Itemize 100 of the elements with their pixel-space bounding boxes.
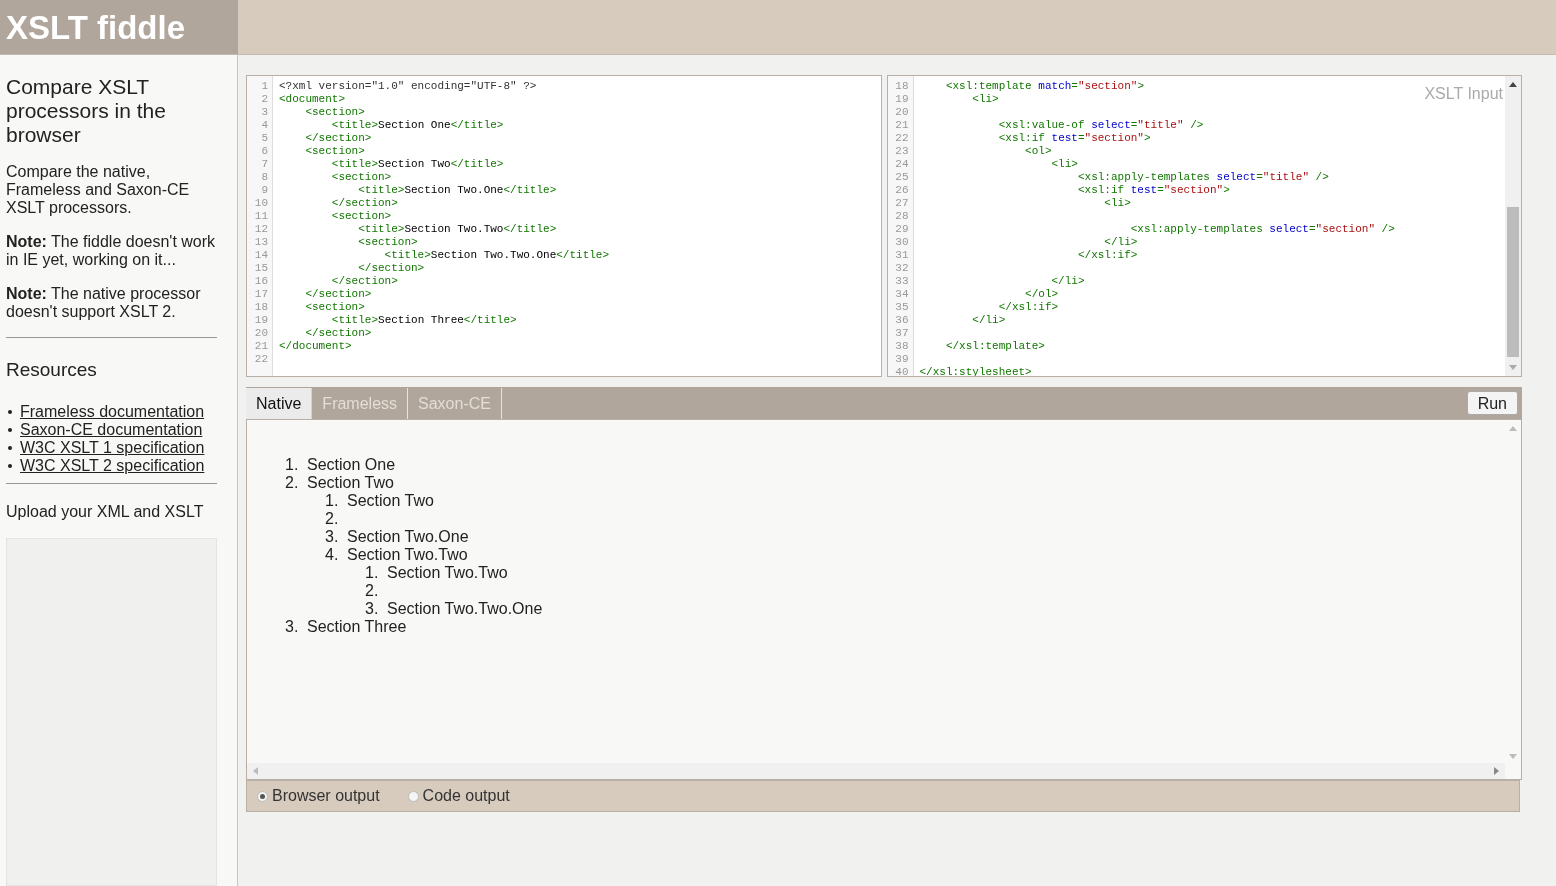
list-number: 4. [325, 546, 340, 564]
code-line: <section> [304, 106, 365, 118]
radio-button[interactable] [257, 790, 268, 802]
line-number: 17 [253, 288, 269, 301]
list-number: 2. [365, 582, 380, 600]
line-number: 15 [253, 262, 269, 275]
list-number: 3. [285, 618, 300, 636]
run-button[interactable]: Run [1466, 391, 1518, 415]
line-number: 36 [894, 314, 910, 327]
line-number: 11 [253, 210, 269, 223]
line-number: 26 [894, 184, 910, 197]
list-item-text: Section Three [307, 618, 407, 636]
list-item-text: Section One [307, 456, 396, 474]
resources-heading: Resources [6, 358, 98, 382]
code-line: <ol> [1024, 145, 1052, 157]
code-line: <li> [971, 93, 999, 105]
code-line: <xsl:value-of select="title" /> [997, 119, 1204, 131]
code-line: </xsl:template> [944, 340, 1045, 352]
line-number: 23 [894, 145, 910, 158]
line-number: 25 [894, 171, 910, 184]
scroll-down-icon[interactable] [1509, 754, 1517, 759]
line-number: 38 [894, 340, 910, 353]
bullet-icon [8, 463, 12, 468]
list-number: 3. [325, 528, 340, 546]
bullet-icon [8, 427, 12, 432]
upload-label: Upload your XML and XSLT [6, 501, 205, 522]
code-line: <document> [279, 93, 345, 105]
line-number: 18 [894, 80, 910, 93]
code-line: <title>Section One</title> [330, 119, 504, 131]
code-line: <li> [1050, 158, 1078, 170]
code-line: <xsl:if test="section"> [1076, 184, 1230, 196]
code-line: </li> [971, 314, 1006, 326]
code-line: <xsl:if test="section"> [997, 132, 1151, 144]
code-line: </li> [1050, 275, 1085, 287]
list-item-text: Section Two [307, 474, 394, 492]
line-number: 30 [894, 236, 910, 249]
line-number: 13 [253, 236, 269, 249]
line-number: 14 [253, 249, 269, 262]
sidebar-paragraph: Note: The fiddle doesn't work in IE yet, working on it... [6, 233, 217, 269]
bullet-icon [8, 409, 12, 414]
radio-label[interactable]: Code output [422, 784, 510, 808]
radio-button[interactable] [407, 790, 419, 802]
app-title: XSLT fiddle [6, 10, 186, 44]
line-number: 1 [260, 80, 269, 93]
code-line: <xsl:apply-templates select="section" /> [1129, 223, 1395, 235]
line-number: 19 [253, 314, 269, 327]
code-line: <title>Section Two.One</title> [357, 184, 557, 196]
horizontal-scrollbar[interactable] [247, 763, 1505, 779]
code-line: <title>Section Two.Two.One</title> [383, 249, 610, 261]
code-line: <title>Section Two.Two</title> [357, 223, 557, 235]
code-line: </section> [330, 197, 398, 209]
scroll-down-icon[interactable] [1509, 365, 1517, 370]
code-line: <section> [330, 210, 392, 222]
scrollbar-thumb[interactable] [1507, 207, 1519, 357]
resource-link[interactable]: Saxon-CE documentation [20, 420, 203, 439]
code-line: <section> [330, 171, 392, 183]
code-editor[interactable] [246, 75, 882, 377]
scroll-up-icon[interactable] [1509, 82, 1517, 87]
scroll-left-icon[interactable] [253, 767, 258, 775]
sidebar-paragraph: Compare the native, Frameless and Saxon-CE XSLT processors. [6, 163, 191, 217]
code-line: <xsl:apply-templates select="title" /> [1076, 171, 1329, 183]
list-item-text: Section Two.One [347, 528, 469, 546]
radio-label[interactable]: Browser output [272, 784, 380, 808]
code-line: </xsl:if> [997, 301, 1059, 313]
list-number: 3. [365, 600, 380, 618]
line-number: 12 [253, 223, 269, 236]
code-line: <section> [357, 236, 418, 248]
code-line: </section> [304, 288, 372, 300]
line-number: 39 [894, 353, 910, 366]
vertical-scrollbar[interactable] [1505, 76, 1521, 376]
line-number: 18 [253, 301, 269, 314]
line-number: 4 [260, 119, 269, 132]
output-tab[interactable]: Native [246, 388, 313, 419]
resource-link[interactable]: Frameless documentation [20, 402, 205, 421]
list-item-text: Section Two.Two.One [387, 600, 543, 618]
resource-link[interactable]: W3C XSLT 1 specification [20, 438, 205, 457]
code-line: <title>Section Three</title> [330, 314, 517, 326]
code-line: </section> [304, 327, 372, 339]
resource-link[interactable]: W3C XSLT 2 specification [20, 456, 205, 475]
line-number: 21 [253, 340, 269, 353]
code-line: <section> [304, 145, 365, 157]
line-number: 22 [253, 353, 269, 366]
line-number: 6 [260, 145, 269, 158]
line-number: 20 [253, 327, 269, 340]
sidebar-heading: Compare XSLT processors in the browser [6, 75, 167, 147]
line-number: 19 [894, 93, 910, 106]
line-number: 24 [894, 158, 910, 171]
list-item-text: Section Two.Two [347, 546, 468, 564]
line-number: 40 [894, 366, 910, 376]
line-number: 10 [253, 197, 269, 210]
line-number: 29 [894, 223, 910, 236]
line-number: 31 [894, 249, 910, 262]
line-number: 27 [894, 197, 910, 210]
list-item-text: Section Two.Two [387, 564, 508, 582]
line-number: 20 [894, 106, 910, 119]
line-number: 33 [894, 275, 910, 288]
line-number: 5 [260, 132, 269, 145]
scroll-right-icon[interactable] [1494, 767, 1499, 775]
code-line: <section> [304, 301, 365, 313]
code-line: </section> [330, 275, 398, 287]
